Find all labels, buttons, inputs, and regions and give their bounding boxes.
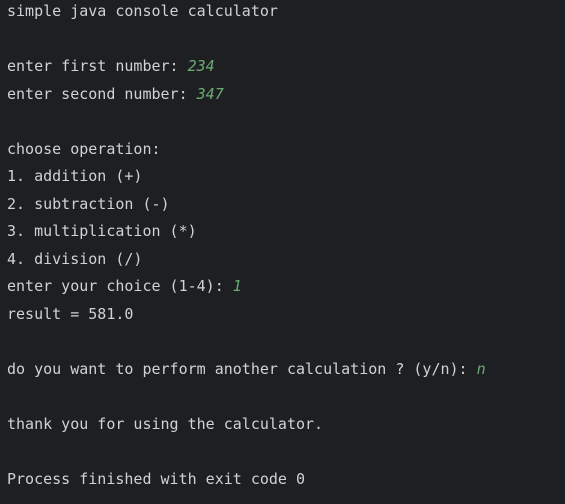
- choose-operation-heading: choose operation:: [7, 140, 161, 158]
- console-title-line: simple java console calculator: [7, 2, 278, 20]
- option-subtraction: 2. subtraction (-): [7, 195, 170, 213]
- choice-line: enter your choice (1-4): 1: [7, 273, 242, 300]
- second-number-prompt: enter second number:: [7, 85, 197, 103]
- again-line: do you want to perform another calculati…: [7, 356, 486, 383]
- result-line: result = 581.0: [7, 305, 134, 323]
- option-addition: 1. addition (+): [7, 167, 143, 185]
- console-output-panel: simple java console calculator enter fir…: [0, 0, 565, 504]
- thanks-line: thank you for using the calculator.: [7, 415, 324, 433]
- first-number-prompt: enter first number:: [7, 57, 188, 75]
- choice-prompt: enter your choice (1-4):: [7, 277, 233, 295]
- again-prompt: do you want to perform another calculati…: [7, 360, 477, 378]
- first-number-input: 234: [187, 57, 215, 75]
- first-number-line: enter first number: 234: [7, 53, 215, 80]
- choice-input: 1: [232, 277, 242, 295]
- option-multiplication: 3. multiplication (*): [7, 222, 197, 240]
- second-number-input: 347: [196, 85, 224, 103]
- option-division: 4. division (/): [7, 250, 143, 268]
- exit-code-line: Process finished with exit code 0: [7, 470, 306, 488]
- again-input: n: [476, 360, 486, 378]
- second-number-line: enter second number: 347: [7, 81, 224, 108]
